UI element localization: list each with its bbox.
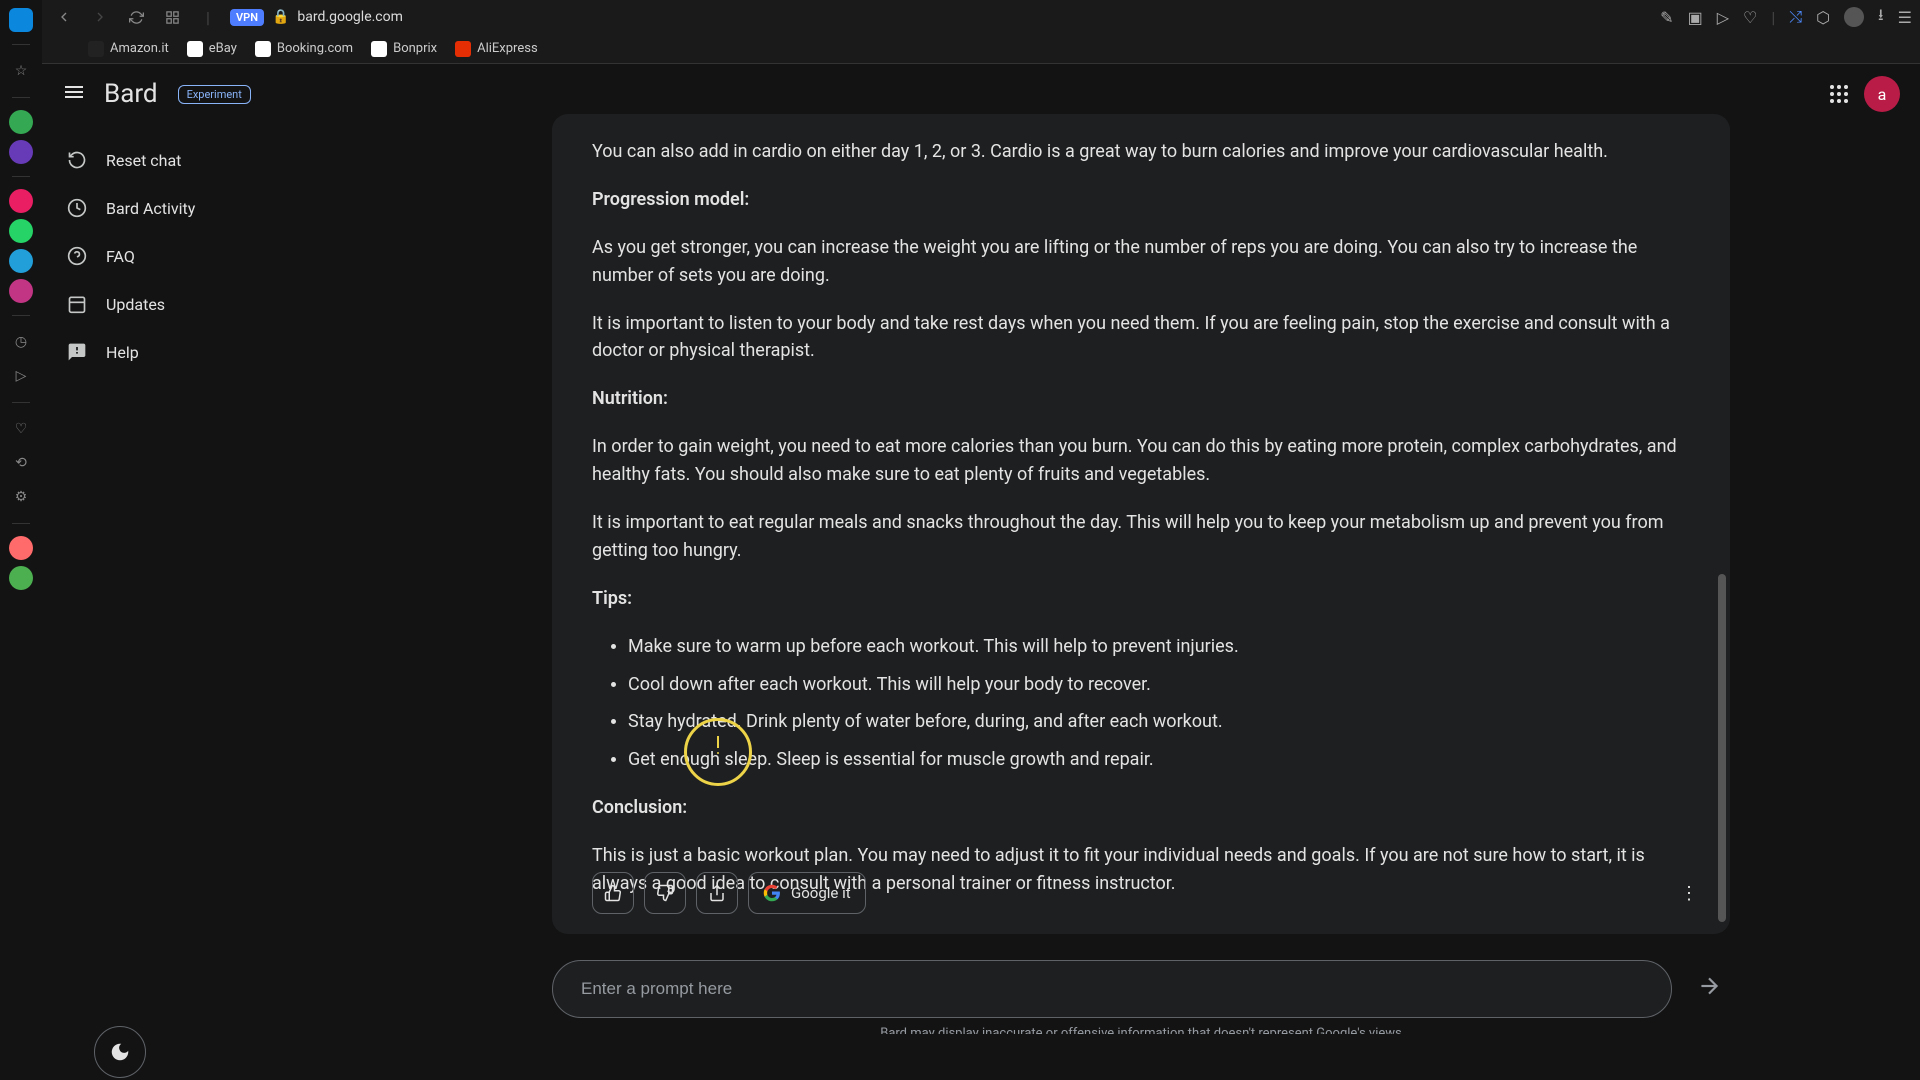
nav-label: Help — [106, 343, 139, 362]
avatar[interactable]: a — [1864, 76, 1900, 112]
app-title: Bard — [104, 79, 158, 109]
rail-gear-icon[interactable]: ⚙ — [7, 483, 35, 511]
bookmark-booking[interactable]: Booking.com — [255, 41, 353, 57]
rail-app-5[interactable] — [9, 219, 33, 243]
theme-toggle-button[interactable] — [94, 1026, 146, 1078]
divider: | — [194, 3, 222, 31]
tip-item: Make sure to warm up before each workout… — [628, 633, 1690, 661]
rail-app-8[interactable] — [9, 536, 33, 560]
profile-icon[interactable] — [1844, 7, 1864, 27]
rail-clock-icon[interactable]: ◷ — [7, 328, 35, 356]
forward-button[interactable] — [86, 3, 114, 31]
rail-history-icon[interactable]: ⟲ — [7, 449, 35, 477]
message-paragraph: As you get stronger, you can increase th… — [592, 234, 1690, 290]
vpn-badge: VPN — [230, 9, 264, 26]
message-heading: Conclusion: — [592, 797, 687, 818]
message-paragraph: It is important to eat regular meals and… — [592, 509, 1690, 565]
more-options-button[interactable]: ⋮ — [1680, 883, 1698, 904]
share-button[interactable] — [696, 872, 738, 914]
browser-side-rail: ☆ ◷ ▷ ♡ ⟲ ⚙ — [0, 0, 42, 1080]
google-it-button[interactable]: Google it — [748, 872, 866, 914]
lock-icon: 🔒 — [272, 9, 289, 25]
heart-icon[interactable]: ♡ — [1743, 8, 1757, 27]
cast-icon[interactable]: ▷ — [1717, 8, 1729, 27]
tip-item: Get enough sleep. Sleep is essential for… — [628, 746, 1690, 774]
message-paragraph: It is important to listen to your body a… — [592, 310, 1690, 366]
tip-item: Stay hydrated. Drink plenty of water bef… — [628, 708, 1690, 736]
message-heading: Progression model: — [592, 189, 749, 210]
rail-star-icon[interactable]: ☆ — [7, 57, 35, 85]
google-apps-icon[interactable] — [1830, 85, 1848, 103]
faq-icon — [66, 246, 88, 266]
message-heading: Nutrition: — [592, 388, 668, 409]
updates-icon — [66, 294, 88, 314]
cube-icon[interactable]: ⬡ — [1816, 8, 1830, 27]
rail-heart-icon[interactable]: ♡ — [7, 415, 35, 443]
rail-app-2[interactable] — [9, 110, 33, 134]
experiment-badge: Experiment — [178, 85, 251, 104]
send-button[interactable] — [1688, 973, 1730, 1005]
nav-label: Updates — [106, 295, 165, 314]
bookmark-ebay[interactable]: eBay — [187, 41, 237, 57]
message-heading: Tips: — [592, 588, 632, 609]
activity-icon — [66, 198, 88, 218]
rail-app-3[interactable] — [9, 140, 33, 164]
download-icon[interactable]: ⭳ — [1878, 4, 1884, 31]
nav-label: Bard Activity — [106, 199, 195, 218]
message-scrollbar[interactable] — [1718, 574, 1726, 922]
assistant-message: You can also add in cardio on either day… — [552, 114, 1730, 934]
bookmark-bonprix[interactable]: Bonprix — [371, 41, 437, 57]
rail-app-7[interactable] — [9, 279, 33, 303]
message-paragraph: You can also add in cardio on either day… — [592, 138, 1690, 166]
google-it-label: Google it — [791, 884, 851, 902]
rail-app-1[interactable] — [9, 8, 33, 32]
bookmarks-bar: Amazon.it eBay Booking.com Bonprix AliEx… — [42, 34, 1920, 64]
reload-button[interactable] — [122, 3, 150, 31]
footer-disclaimer: Bard may display inaccurate or offensive… — [552, 1026, 1730, 1034]
nav-reset-chat[interactable]: Reset chat — [42, 136, 352, 184]
side-nav: Reset chat Bard Activity FAQ Updates Hel… — [42, 124, 352, 388]
url-text[interactable]: bard.google.com — [297, 9, 402, 25]
nav-label: Reset chat — [106, 151, 181, 170]
prompt-input[interactable] — [552, 960, 1672, 1018]
reset-icon — [66, 150, 88, 170]
rail-play-icon[interactable]: ▷ — [7, 362, 35, 390]
bookmark-amazon[interactable]: Amazon.it — [88, 41, 169, 57]
translate-icon[interactable]: ⤭ — [1789, 7, 1802, 27]
rail-app-6[interactable] — [9, 249, 33, 273]
rail-app-9[interactable] — [9, 566, 33, 590]
tip-item: Cool down after each workout. This will … — [628, 671, 1690, 699]
help-icon — [66, 342, 88, 362]
nav-updates[interactable]: Updates — [42, 280, 352, 328]
menu-icon[interactable]: ☰ — [1898, 8, 1912, 27]
nav-help[interactable]: Help — [42, 328, 352, 376]
nav-activity[interactable]: Bard Activity — [42, 184, 352, 232]
google-logo-icon — [763, 884, 781, 902]
grid-view-button[interactable] — [158, 3, 186, 31]
rail-app-4[interactable] — [9, 189, 33, 213]
edit-icon[interactable]: ✎ — [1660, 8, 1673, 27]
thumbs-up-button[interactable] — [592, 872, 634, 914]
nav-faq[interactable]: FAQ — [42, 232, 352, 280]
bookmark-aliexpress[interactable]: AliExpress — [455, 41, 538, 57]
message-paragraph: In order to gain weight, you need to eat… — [592, 433, 1690, 489]
back-button[interactable] — [50, 3, 78, 31]
thumbs-down-button[interactable] — [644, 872, 686, 914]
browser-toolbar: | VPN 🔒 bard.google.com ✎ ▣ ▷ ♡ | ⤭ ⬡ ⭳ … — [42, 0, 1920, 34]
nav-label: FAQ — [106, 247, 135, 266]
hamburger-menu[interactable] — [62, 80, 86, 108]
camera-icon[interactable]: ▣ — [1688, 8, 1703, 27]
